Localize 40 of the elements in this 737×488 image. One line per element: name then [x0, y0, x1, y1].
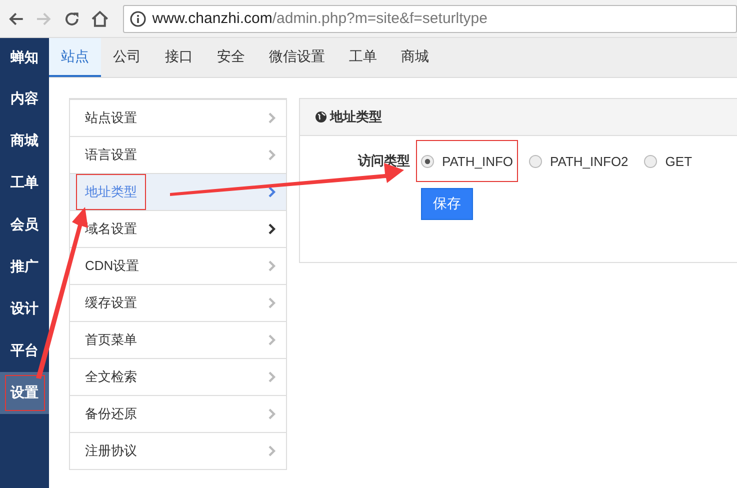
home-icon[interactable] [91, 10, 110, 27]
sidebar-item[interactable]: 会员 [0, 204, 49, 246]
chevron-icon [268, 334, 276, 346]
nav-tab[interactable]: 接口 [153, 38, 205, 77]
chevron-icon [268, 112, 276, 124]
panel-title: 地址类型 [330, 108, 382, 126]
brand-logo[interactable]: 蝉知 [0, 38, 49, 78]
reload-icon[interactable] [64, 10, 80, 26]
save-button[interactable]: 保存 [421, 188, 473, 220]
sidebar-item[interactable]: 平台 [0, 330, 49, 372]
sidebar-item[interactable]: 内容 [0, 78, 49, 120]
radio-button[interactable] [529, 154, 542, 168]
radio-option[interactable]: PATH_INFO2 [524, 140, 634, 182]
chevron-icon [268, 149, 276, 161]
nav-tab[interactable]: 站点 [49, 38, 101, 77]
radio-option[interactable]: GET [639, 140, 698, 182]
chevron-icon [268, 371, 276, 383]
nav-tab[interactable]: 公司 [101, 38, 153, 77]
sidebar-item[interactable]: 设计 [0, 288, 49, 330]
chevron-icon [268, 260, 276, 272]
sidebar-item[interactable]: 推广 [0, 246, 49, 288]
nav-tab[interactable]: 工单 [337, 38, 389, 77]
chevron-icon [268, 408, 276, 420]
sidebar-item[interactable]: 商城 [0, 120, 49, 162]
radio-option[interactable]: PATH_INFO [416, 140, 518, 182]
radio-button[interactable] [644, 154, 658, 168]
nav-tab[interactable]: 商城 [389, 38, 441, 77]
nav-tab[interactable]: 微信设置 [257, 38, 337, 77]
chevron-icon [268, 445, 276, 457]
chevron-icon [268, 186, 276, 198]
nav-tab[interactable]: 安全 [205, 38, 257, 77]
sidebar-item[interactable]: 工单 [0, 162, 49, 204]
globe-icon [315, 111, 327, 123]
address-bar[interactable]: www.chanzhi.com/admin.php?m=site&f=seturltype [123, 4, 737, 32]
chevron-icon [268, 297, 276, 309]
chevron-icon [268, 223, 276, 235]
info-icon [130, 10, 146, 26]
radio-button[interactable] [421, 154, 434, 168]
back-icon[interactable] [8, 10, 24, 26]
sidebar-item[interactable]: 设置 [0, 372, 49, 414]
